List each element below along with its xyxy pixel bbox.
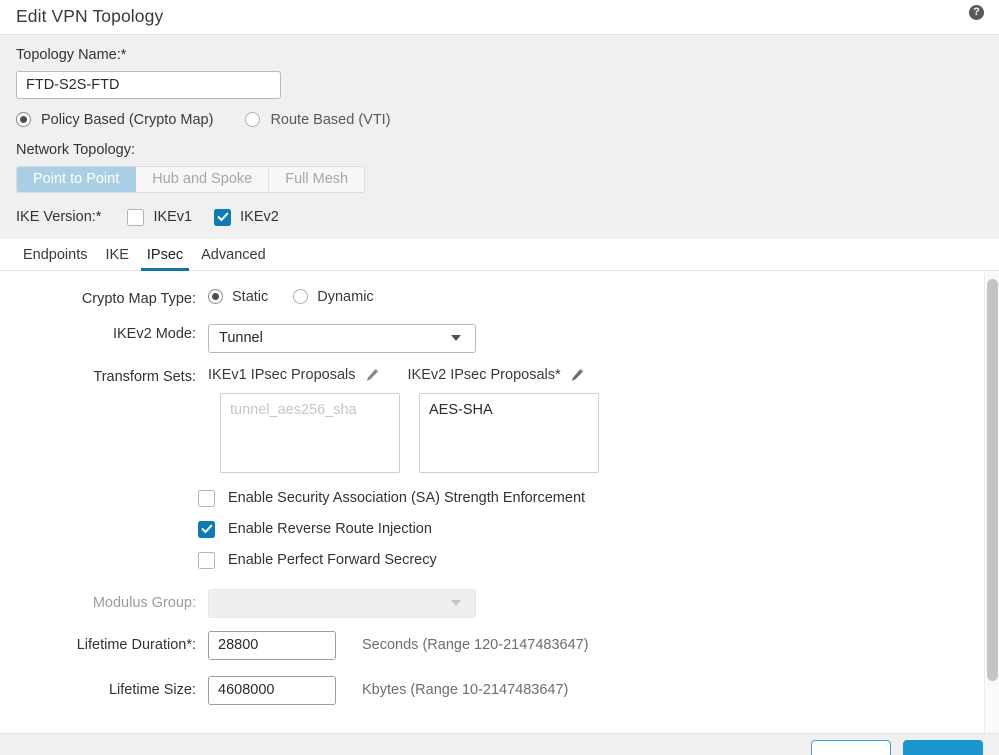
lifetime-size-hint: Kbytes (Range 10-2147483647): [362, 682, 569, 699]
checkbox-perfect-forward-secrecy[interactable]: Enable Perfect Forward Secrecy: [198, 551, 999, 569]
dialog-footer: [0, 733, 999, 755]
tab-endpoints[interactable]: Endpoints: [14, 248, 97, 270]
dialog-titlebar: Edit VPN Topology ?: [0, 0, 999, 35]
modulus-group-select: [208, 588, 476, 618]
modulus-group-row: Modulus Group:: [0, 588, 999, 618]
lifetime-duration-label: Lifetime Duration*:: [76, 637, 196, 654]
checkbox-indicator-ikev1: [127, 208, 145, 226]
vertical-scrollbar[interactable]: [984, 270, 999, 733]
scrollbar-thumb[interactable]: [987, 278, 998, 681]
checkbox-label-ikev2: IKEv2: [240, 209, 279, 226]
proposal-boxes: tunnel_aes256_sha AES-SHA: [220, 392, 999, 473]
checkbox-indicator-reverse-route: [198, 520, 215, 538]
ikev2-proposals-box[interactable]: AES-SHA: [419, 392, 599, 473]
network-topology-segmented-control: Point to Point Hub and Spoke Full Mesh: [16, 165, 366, 193]
topology-tabstrip: Endpoints IKE IPsec Advanced: [0, 238, 999, 271]
chevron-down-icon-modulus: [451, 600, 461, 607]
topology-settings-form: Topology Name:* Policy Based (Crypto Map…: [0, 35, 999, 239]
segment-full-mesh[interactable]: Full Mesh: [269, 166, 365, 192]
tab-advanced[interactable]: Advanced: [192, 248, 275, 270]
radio-indicator-dynamic: [293, 289, 309, 305]
ipsec-form: Crypto Map Type: Static Dynamic IKEv2 Mo…: [0, 271, 999, 733]
transform-sets-row: Transform Sets: IKEv1 IPsec Proposals IK…: [0, 367, 999, 387]
lifetime-duration-row: Lifetime Duration*: Seconds (Range 120-2…: [0, 630, 999, 660]
checkbox-ikev1[interactable]: IKEv1: [127, 208, 193, 226]
checkbox-indicator-sa-strength: [198, 489, 215, 507]
radio-indicator-static: [208, 289, 223, 305]
transform-sets-label: Transform Sets:: [93, 368, 196, 385]
radio-label-route-based: Route Based (VTI): [270, 111, 391, 128]
ikev2-mode-row: IKEv2 Mode: Tunnel: [0, 323, 999, 353]
topology-name-input[interactable]: [16, 70, 281, 99]
tab-ike[interactable]: IKE: [97, 248, 138, 270]
lifetime-size-field: Kbytes (Range 10-2147483647): [208, 675, 999, 705]
radio-label-dynamic: Dynamic: [317, 288, 374, 305]
lifetime-size-row: Lifetime Size: Kbytes (Range 10-21474836…: [0, 675, 999, 705]
checkbox-indicator-ikev2: [214, 208, 232, 226]
lifetime-duration-hint: Seconds (Range 120-2147483647): [362, 637, 589, 654]
ikev1-proposals-heading: IKEv1 IPsec Proposals: [208, 366, 356, 383]
radio-route-based[interactable]: Route Based (VTI): [245, 111, 391, 128]
lifetime-duration-field: Seconds (Range 120-2147483647): [208, 630, 999, 660]
modulus-group-field: [208, 588, 999, 618]
chevron-down-icon: [451, 335, 461, 342]
cancel-button[interactable]: [811, 740, 891, 755]
radio-label-static: Static: [232, 288, 269, 305]
checkbox-label-reverse-route: Enable Reverse Route Injection: [228, 521, 432, 538]
ikev2-mode-value: Tunnel: [219, 330, 263, 347]
tab-ipsec[interactable]: IPsec: [138, 248, 192, 271]
ipsec-tab-panel: Crypto Map Type: Static Dynamic IKEv2 Mo…: [0, 270, 999, 733]
ike-version-row: IKE Version:* IKEv1 IKEv2: [16, 208, 983, 239]
ikev1-proposals-box[interactable]: tunnel_aes256_sha: [220, 392, 400, 473]
ike-version-label: IKE Version:*: [16, 209, 102, 226]
lifetime-duration-input[interactable]: [208, 630, 336, 660]
crypto-map-type-label: Crypto Map Type:: [81, 290, 196, 307]
question-mark-icon[interactable]: ?: [969, 5, 984, 20]
network-topology-label: Network Topology:: [16, 141, 136, 158]
radio-policy-based[interactable]: Policy Based (Crypto Map): [16, 112, 213, 128]
topology-name-label: Topology Name:*: [16, 47, 127, 63]
segment-point-to-point[interactable]: Point to Point: [17, 166, 137, 192]
radio-static[interactable]: Static: [208, 289, 268, 305]
radio-dynamic[interactable]: Dynamic: [293, 288, 374, 305]
crypto-map-type-radio-group: Static Dynamic: [208, 289, 999, 305]
save-button[interactable]: [903, 740, 983, 755]
checkbox-ikev2[interactable]: IKEv2: [214, 208, 279, 226]
checkbox-label-ikev1: IKEv1: [153, 209, 193, 226]
crypto-map-type-row: Crypto Map Type: Static Dynamic: [0, 289, 999, 309]
checkbox-reverse-route-injection[interactable]: Enable Reverse Route Injection: [198, 520, 999, 538]
modulus-group-label: Modulus Group:: [92, 595, 196, 612]
radio-label-policy-based: Policy Based (Crypto Map): [41, 111, 214, 128]
ikev2-mode-select[interactable]: Tunnel: [208, 323, 476, 353]
vpn-type-radio-group: Policy Based (Crypto Map) Route Based (V…: [16, 112, 983, 128]
checkbox-sa-strength-enforcement[interactable]: Enable Security Association (SA) Strengt…: [198, 489, 999, 507]
checkbox-label-pfs: Enable Perfect Forward Secrecy: [228, 552, 437, 569]
ikev2-mode-field: Tunnel: [208, 323, 999, 353]
lifetime-size-label: Lifetime Size:: [108, 682, 196, 699]
ikev2-mode-label: IKEv2 Mode:: [112, 325, 196, 342]
checkbox-indicator-pfs: [198, 551, 215, 569]
ikev1-proposals-heading-group: IKEv1 IPsec Proposals: [208, 367, 380, 383]
segment-hub-and-spoke[interactable]: Hub and Spoke: [136, 166, 270, 192]
radio-indicator-policy-based: [16, 112, 31, 128]
transform-sets-headings: IKEv1 IPsec Proposals IKEv2 IPsec Propos…: [208, 367, 999, 383]
ikev2-proposals-heading: IKEv2 IPsec Proposals*: [407, 366, 561, 383]
pencil-icon-ikev2[interactable]: [570, 367, 585, 382]
radio-indicator-route-based: [245, 112, 261, 128]
page-title: Edit VPN Topology: [16, 6, 164, 27]
lifetime-size-input[interactable]: [208, 675, 336, 705]
pencil-icon-ikev1[interactable]: [365, 367, 380, 382]
edit-vpn-topology-dialog: Edit VPN Topology ? Topology Name:* Poli…: [0, 0, 999, 755]
ikev2-proposals-heading-group: IKEv2 IPsec Proposals*: [408, 367, 585, 383]
checkbox-label-sa-strength: Enable Security Association (SA) Strengt…: [228, 490, 586, 507]
